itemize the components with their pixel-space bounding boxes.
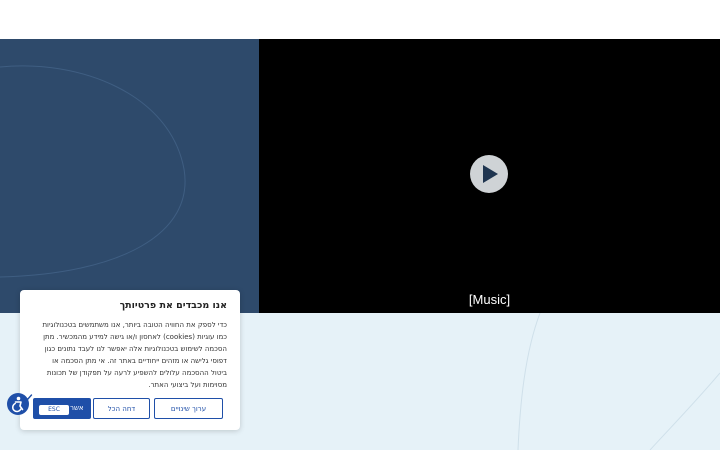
play-icon (483, 165, 498, 183)
consent-text-line: דפוסי גלישה או מזהים ייחודיים באתר זה. א… (52, 357, 227, 365)
consent-text-line: הסכמה לשימוש בטכנולוגיות אלה יאפשר לנו ל… (44, 345, 227, 353)
accept-label: אשר (70, 404, 84, 412)
consent-buttons: ערוך שינויים דחה הכל אשר ESC (33, 398, 223, 419)
consent-text-line: כדי לספק את החוויה הטובה ביותר, אנו משתמ… (42, 321, 227, 329)
hero-decoration (0, 65, 186, 278)
consent-title: אנו מכבדים את פרטיותך (119, 300, 227, 311)
consent-text-line: מסוימות ועל ביצועי האתר. (148, 381, 227, 389)
consent-text-line: ביטול ההסכמה עלולים להשפיע לרעה על תפקוד… (46, 369, 227, 377)
customize-button[interactable]: ערוך שינויים (154, 398, 223, 419)
top-header (0, 0, 720, 39)
video-player[interactable]: [Music] (259, 39, 720, 313)
check-icon (24, 394, 33, 401)
accept-button[interactable]: אשר ESC (33, 398, 91, 419)
cookie-consent-dialog: אנו מכבדים את פרטיותך כדי לספק את החוויה… (20, 290, 240, 430)
consent-text: כדי לספק את החוויה הטובה ביותר, אנו משתמ… (33, 319, 227, 391)
consent-text-line: כמו עוגיות (cookies) לאחסון ו/או גישה למ… (43, 333, 227, 341)
play-button[interactable] (470, 155, 508, 193)
esc-badge: ESC (39, 405, 69, 415)
reject-all-button[interactable]: דחה הכל (93, 398, 150, 419)
hero-panel (0, 39, 259, 313)
video-caption: [Music] (468, 292, 511, 307)
